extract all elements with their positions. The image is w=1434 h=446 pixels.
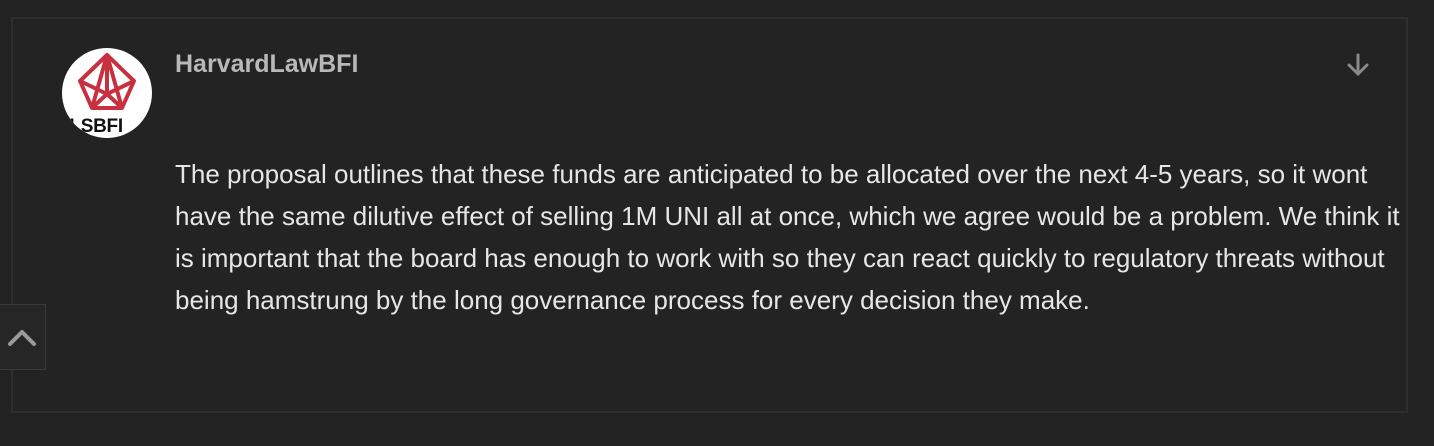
post-username[interactable]: HarvardLawBFI — [175, 50, 358, 79]
post-body: The proposal outlines that these funds a… — [175, 153, 1400, 321]
expand-post-button[interactable] — [1341, 50, 1375, 80]
scroll-to-top-button[interactable] — [0, 304, 46, 370]
chevron-up-icon — [8, 330, 36, 346]
arrow-down-icon — [1347, 53, 1369, 76]
post-body-text: The proposal outlines that these funds a… — [175, 159, 1400, 315]
avatar-logo-text: HLSBFI — [62, 116, 123, 137]
avatar[interactable]: HLSBFI — [62, 48, 152, 138]
